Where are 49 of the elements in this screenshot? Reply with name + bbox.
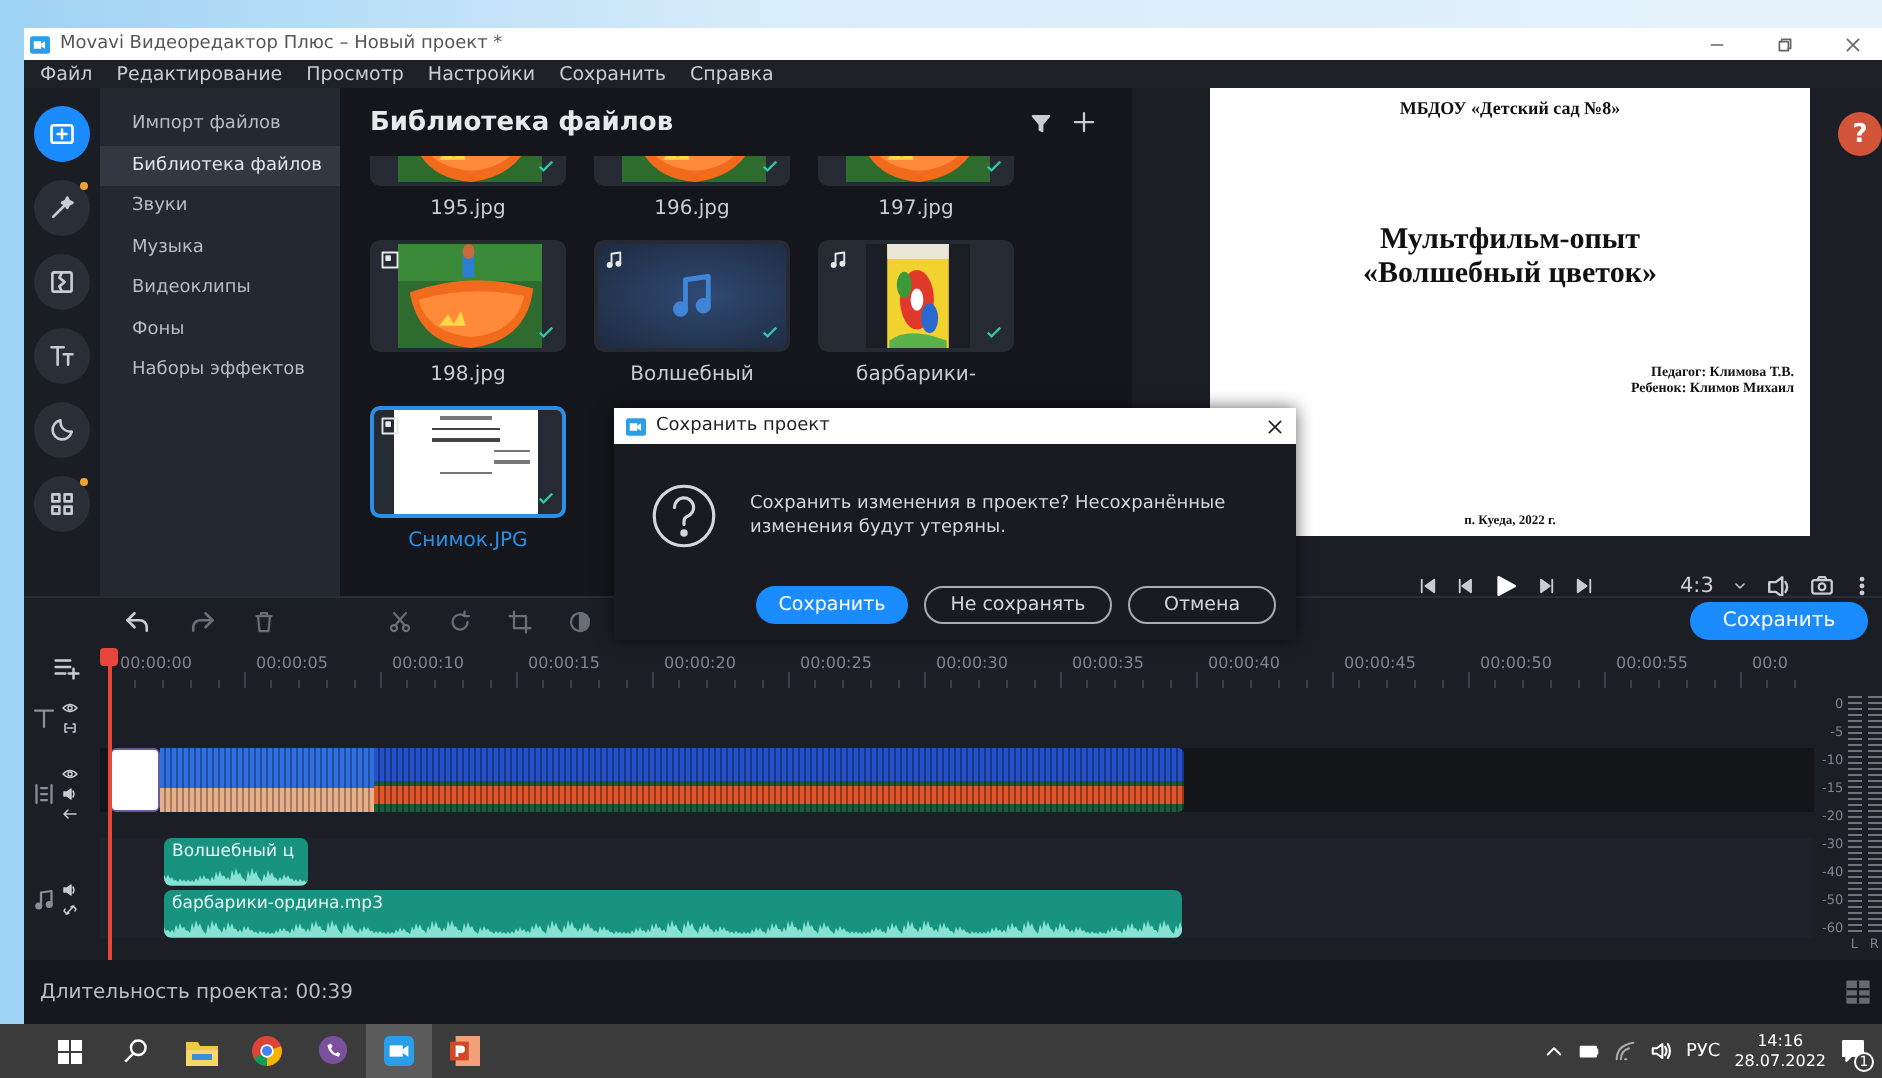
category-item[interactable]: Фоны (100, 309, 340, 350)
dialog-message: Сохранить изменения в проекте? Несохранённые изменения будут утеряны. (750, 492, 1228, 540)
audio-clip[interactable]: Волшебный ц (164, 838, 308, 886)
menu-item[interactable]: Настройки (427, 63, 536, 85)
slide-text: «Волшебный цветок» (1362, 258, 1657, 292)
panel-title: Библиотека файлов (370, 107, 676, 137)
menu-item[interactable]: Редактирование (116, 63, 283, 85)
time-label: 00:00:45 (1344, 654, 1416, 672)
file-name: 198.jpg (430, 364, 506, 386)
category-item[interactable]: Библиотека файлов (100, 145, 340, 186)
language-indicator[interactable]: РУС (1685, 1041, 1721, 1061)
time-label: 00:00:25 (800, 654, 872, 672)
time-label: 00:00:55 (1616, 654, 1688, 672)
file-name: Волшебный (630, 364, 754, 386)
clock[interactable]: 14:16 28.07.2022 (1734, 1031, 1826, 1071)
slide-text: МБДОУ «Детский сад №8» (1399, 98, 1621, 118)
dialog-button[interactable]: Отмена (1128, 586, 1276, 624)
time-label: 00:00:35 (1072, 654, 1144, 672)
category-item[interactable]: Видеоклипы (100, 268, 340, 309)
time-label: 00:00:50 (1480, 654, 1552, 672)
window-title: Movavi Видеоредактор Плюс – Новый проект * (60, 34, 505, 54)
file-name: барбарики- (856, 364, 976, 386)
time-label: 00:00:15 (528, 654, 600, 672)
file-name: Снимок.JPG (408, 530, 528, 552)
time-label: 00:00:40 (1208, 654, 1280, 672)
slide-text: Мультфильм-опыт (1379, 224, 1641, 258)
menu-item[interactable]: Файл (40, 63, 93, 85)
menu-item[interactable]: Сохранить (559, 63, 667, 85)
time-label: 00:0 (1752, 654, 1788, 672)
file-name: 196.jpg (654, 198, 730, 220)
time-label: 00:00:10 (392, 654, 464, 672)
category-item[interactable]: Импорт файлов (100, 104, 340, 145)
aspect-ratio-selector[interactable]: 4:3 (1680, 574, 1714, 598)
menu-item[interactable]: Просмотр (306, 63, 404, 85)
category-item[interactable]: Наборы эффектов (100, 350, 340, 391)
project-duration: Длительность проекта: 00:39 (40, 981, 356, 1003)
menu-item[interactable]: Справка (690, 63, 774, 85)
category-item[interactable]: Звуки (100, 186, 340, 227)
dialog-button[interactable]: Не сохранять (924, 586, 1112, 624)
file-name: 195.jpg (430, 198, 506, 220)
time-label: 00:00:20 (664, 654, 736, 672)
audio-clip[interactable]: барбарики-ордина.mp3 (164, 890, 1182, 938)
category-item[interactable]: Музыка (100, 227, 340, 268)
time-label: 00:00:00 (120, 654, 192, 672)
help-button[interactable]: ? (1838, 112, 1882, 156)
dialog-title: Сохранить проект (656, 416, 832, 436)
time-label: 00:00:05 (256, 654, 328, 672)
file-name: 197.jpg (878, 198, 954, 220)
time-label: 00:00:30 (936, 654, 1008, 672)
